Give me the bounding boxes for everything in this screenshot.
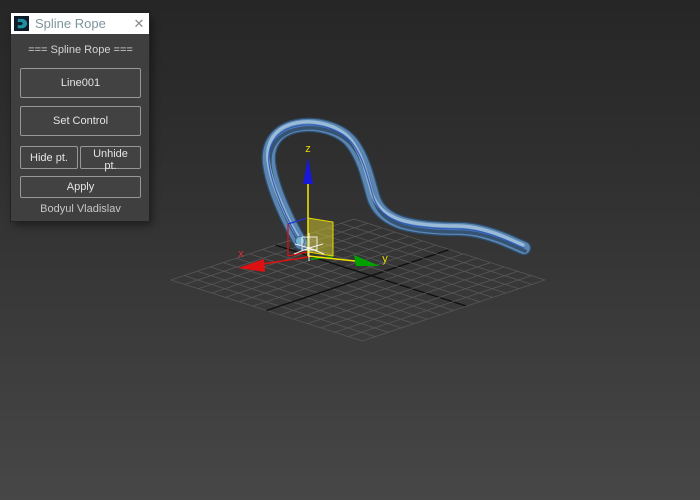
hide-points-button[interactable]: Hide pt.: [20, 146, 78, 169]
rollout-header: === Spline Rope ===: [28, 44, 133, 56]
author-credit: Bodyul Vladislav: [40, 203, 121, 215]
apply-button[interactable]: Apply: [20, 176, 141, 198]
spline-rope-dialog: Spline Rope ✕ === Spline Rope === Line00…: [11, 13, 149, 221]
gizmo-z-label: z: [305, 143, 311, 155]
max-viewport-window: z y x Spline Rope ✕ === Spline Rope === …: [0, 0, 700, 500]
set-control-button[interactable]: Set Control: [20, 106, 141, 136]
close-icon[interactable]: ✕: [129, 13, 149, 34]
dialog-body: === Spline Rope === Line001 Set Control …: [11, 44, 149, 221]
pick-spline-button[interactable]: Line001: [20, 68, 141, 98]
gizmo-y-label: y: [382, 253, 388, 265]
gizmo-x-label: x: [238, 248, 244, 260]
unhide-points-button[interactable]: Unhide pt.: [80, 146, 141, 172]
dialog-title: Spline Rope: [35, 16, 106, 31]
3ds-max-logo-icon: [14, 16, 29, 31]
hide-unhide-row: Hide pt. Unhide pt.: [20, 146, 141, 172]
dialog-titlebar[interactable]: Spline Rope ✕: [11, 13, 149, 34]
